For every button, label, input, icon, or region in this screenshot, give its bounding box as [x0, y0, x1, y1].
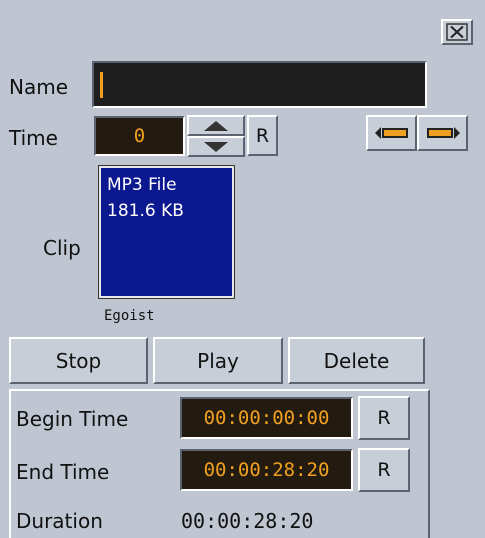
begin-time-input[interactable]: 00:00:00:00 — [180, 397, 353, 439]
clip-type: MP3 File — [107, 175, 177, 195]
end-time-label: End Time — [16, 460, 110, 484]
move-left-icon — [374, 127, 408, 139]
clip-label: Clip — [43, 236, 81, 260]
stop-button-label: Stop — [55, 348, 102, 373]
time-label: Time — [9, 126, 58, 150]
duration-value: 00:00:28:20 — [181, 509, 314, 533]
begin-time-reset-label: R — [377, 407, 391, 429]
delete-button-label: Delete — [323, 348, 390, 373]
delete-button[interactable]: Delete — [288, 337, 425, 384]
time-spin-up-button[interactable] — [187, 115, 245, 136]
end-time-reset-label: R — [377, 459, 391, 481]
time-input[interactable]: 0 — [94, 116, 185, 156]
play-button[interactable]: Play — [153, 337, 283, 384]
stop-button[interactable]: Stop — [9, 337, 148, 384]
spin-down-icon — [204, 141, 228, 152]
spin-up-icon — [204, 120, 228, 131]
text-caret — [100, 72, 103, 98]
name-label: Name — [9, 75, 69, 99]
time-reset-label: R — [255, 124, 270, 147]
close-icon — [446, 23, 468, 41]
time-spin-down-button[interactable] — [187, 136, 245, 157]
duration-label: Duration — [16, 509, 103, 533]
play-button-label: Play — [197, 348, 239, 373]
move-right-button[interactable] — [417, 115, 468, 151]
clip-properties-panel: Name Time 0 R Clip MP3 File 181.6 KB Ego… — [0, 0, 485, 538]
clip-thumbnail[interactable]: MP3 File 181.6 KB — [98, 165, 235, 299]
begin-time-label: Begin Time — [16, 407, 129, 431]
end-time-reset-button[interactable]: R — [358, 448, 410, 492]
move-right-icon — [426, 127, 460, 139]
time-reset-button[interactable]: R — [247, 115, 278, 156]
begin-time-reset-button[interactable]: R — [358, 396, 410, 440]
clip-title: Egoist — [104, 308, 155, 324]
clip-size: 181.6 KB — [107, 201, 184, 221]
end-time-input[interactable]: 00:00:28:20 — [180, 449, 353, 491]
name-input[interactable] — [92, 61, 427, 108]
close-button[interactable] — [441, 19, 473, 45]
move-left-button[interactable] — [366, 115, 417, 151]
